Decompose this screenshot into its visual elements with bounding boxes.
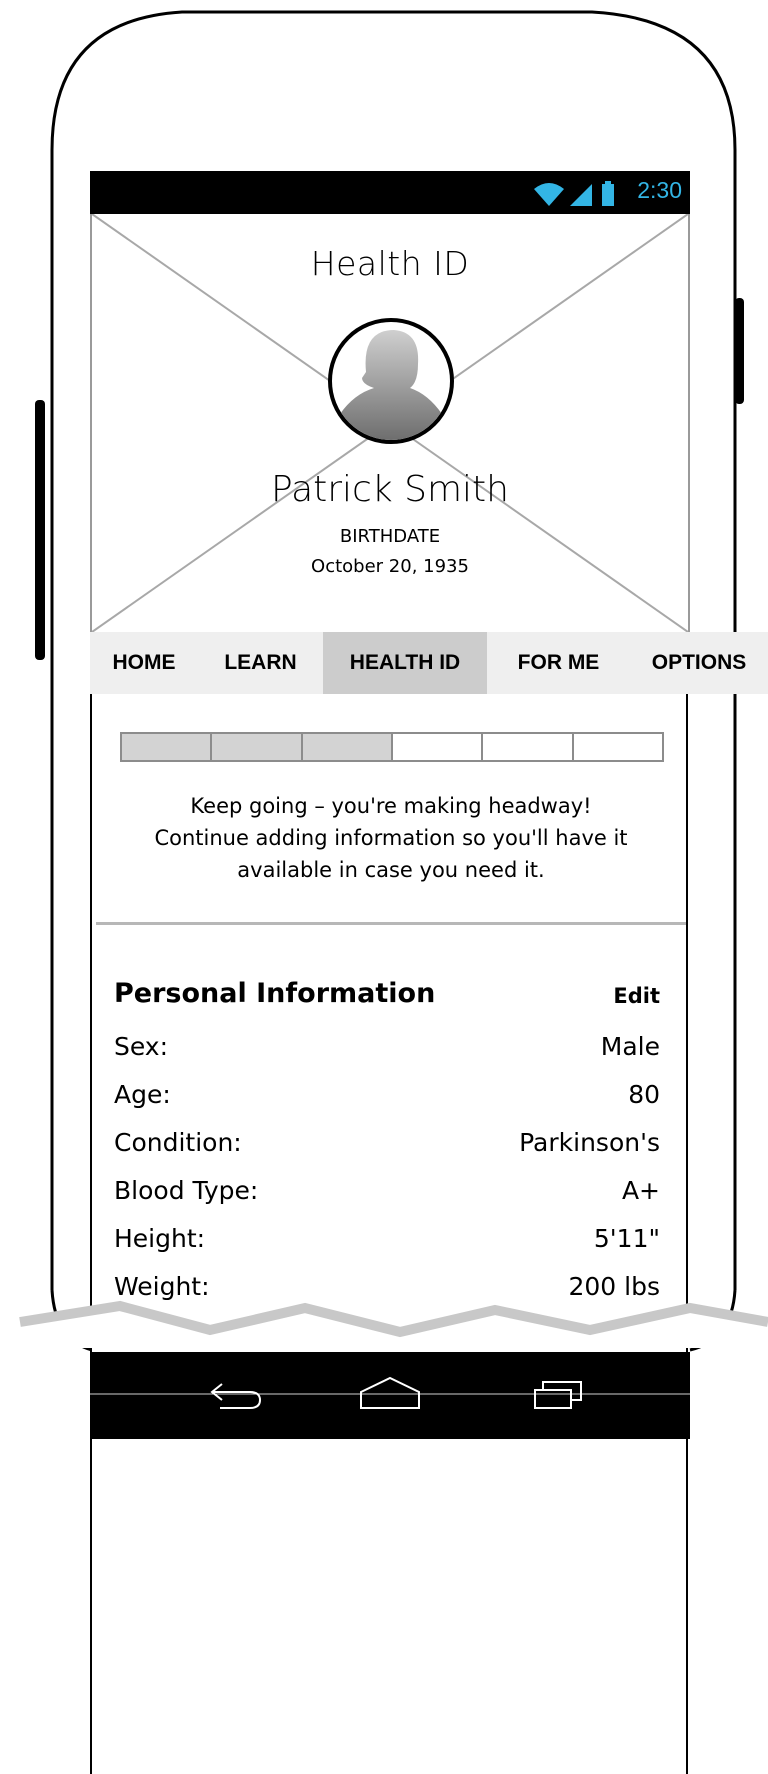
birthdate-value: October 20, 1935 xyxy=(311,556,469,577)
patient-name: Patrick Smith xyxy=(270,469,509,510)
status-icons xyxy=(534,181,614,206)
tab-home[interactable]: HOME xyxy=(90,632,198,694)
signal-icon xyxy=(570,184,592,206)
back-icon xyxy=(210,1383,262,1409)
condition-value: Parkinson's xyxy=(519,1128,660,1157)
weight-value: 200 lbs xyxy=(568,1272,660,1301)
clock: 2:30 xyxy=(637,177,682,203)
health-id-header: Health ID Patrick Smith BIRTHDATE Octobe… xyxy=(90,214,690,632)
height-label: Height: xyxy=(114,1224,206,1253)
age-label: Age: xyxy=(114,1080,171,1109)
wifi-icon xyxy=(534,183,564,206)
age-value: 80 xyxy=(628,1080,660,1109)
weight-label: Weight: xyxy=(114,1272,210,1301)
progress-message: Keep going – you're making headway! Cont… xyxy=(102,790,680,886)
blood-type-label: Blood Type: xyxy=(114,1176,259,1205)
profile-progress-bar xyxy=(120,732,664,762)
person-silhouette-icon xyxy=(340,330,442,440)
battery-icon xyxy=(602,181,614,206)
recent-apps-button[interactable] xyxy=(520,1368,600,1420)
progress-segment-empty xyxy=(573,734,662,760)
edit-link[interactable]: Edit xyxy=(613,984,660,1008)
birthdate-label: BIRTHDATE xyxy=(339,526,441,547)
torn-edge xyxy=(0,1300,768,1348)
back-button[interactable] xyxy=(195,1368,275,1420)
progress-segment-filled xyxy=(212,734,303,760)
blood-type-value: A+ xyxy=(621,1176,660,1205)
status-bar: 2:30 xyxy=(90,171,690,214)
progress-segment-filled xyxy=(302,734,393,760)
section-title: Personal Information xyxy=(114,978,436,1009)
avatar[interactable] xyxy=(328,318,454,444)
condition-label: Condition: xyxy=(114,1128,242,1157)
recent-apps-icon xyxy=(534,1381,582,1409)
progress-segment-empty xyxy=(483,734,574,760)
home-icon xyxy=(360,1376,420,1409)
page-title: Health ID xyxy=(310,244,470,283)
tab-learn[interactable]: LEARN xyxy=(198,632,323,694)
sex-label: Sex: xyxy=(114,1032,169,1061)
tab-options[interactable]: OPTIONS xyxy=(630,632,768,694)
progress-segment-filled xyxy=(122,734,213,760)
tab-for-me[interactable]: FOR ME xyxy=(487,632,630,694)
progress-segment-empty xyxy=(392,734,484,760)
divider xyxy=(96,922,686,925)
message-line: Keep going – you're making headway! xyxy=(190,794,592,818)
main-content: Keep going – you're making headway! Cont… xyxy=(90,694,688,1774)
height-value: 5'11" xyxy=(593,1224,660,1253)
message-line: Continue adding information so you'll ha… xyxy=(154,826,628,850)
message-line: available in case you need it. xyxy=(237,858,545,882)
tab-health-id[interactable]: HEALTH ID xyxy=(323,632,487,694)
sex-value: Male xyxy=(600,1032,660,1061)
home-button[interactable] xyxy=(350,1368,430,1420)
tab-bar: HOME LEARN HEALTH ID FOR ME OPTIONS xyxy=(90,632,768,694)
navigation-bar xyxy=(90,1352,690,1439)
